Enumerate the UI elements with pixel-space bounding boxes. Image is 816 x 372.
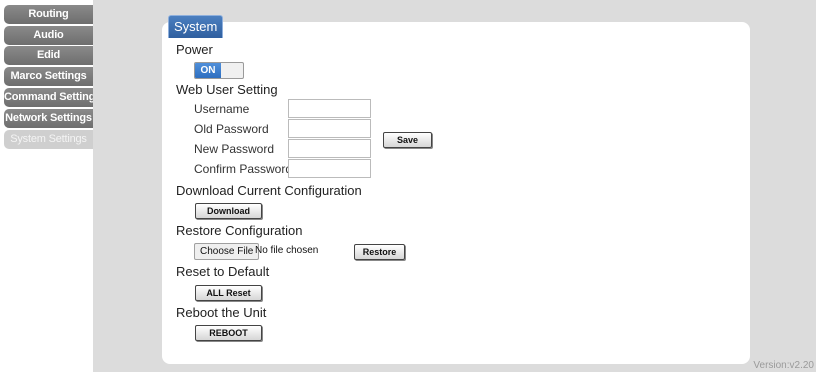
file-status: No file chosen (255, 245, 319, 256)
web-user-heading: Web User Setting (176, 82, 278, 97)
reboot-button[interactable]: REBOOT (195, 325, 262, 341)
new-password-label: New Password (194, 142, 275, 156)
power-toggle[interactable]: ON (194, 62, 244, 79)
sidebar-item-command-settings[interactable]: Command Settings (4, 88, 93, 107)
restore-heading: Restore Configuration (176, 223, 303, 238)
new-password-input[interactable] (288, 139, 371, 158)
username-input[interactable] (288, 99, 371, 118)
sidebar-item-system-settings[interactable]: System Settings (4, 130, 93, 149)
sidebar-item-edid[interactable]: Edid (4, 46, 93, 65)
power-heading: Power (176, 42, 213, 57)
all-reset-button[interactable]: ALL Reset (195, 285, 262, 301)
panel-title: System (168, 15, 224, 38)
sidebar-item-routing[interactable]: Routing (4, 5, 93, 24)
save-button[interactable]: Save (383, 132, 432, 148)
choose-file-button[interactable]: Choose File (194, 243, 260, 260)
power-toggle-on-label: ON (195, 63, 221, 78)
confirm-password-input[interactable] (288, 159, 371, 178)
sidebar-item-marco-settings[interactable]: Marco Settings (4, 67, 93, 86)
sidebar: Routing Audio Edid Marco Settings Comman… (0, 0, 93, 372)
sidebar-item-audio[interactable]: Audio (4, 26, 93, 45)
old-password-input[interactable] (288, 119, 371, 138)
sidebar-item-network-settings[interactable]: Network Settings (4, 109, 93, 128)
download-button[interactable]: Download (195, 203, 262, 219)
confirm-password-label: Confirm Password (194, 162, 293, 176)
reset-heading: Reset to Default (176, 264, 270, 279)
download-heading: Download Current Configuration (176, 183, 362, 198)
version-label: Version:v2.20 (753, 360, 814, 371)
restore-button[interactable]: Restore (354, 244, 405, 260)
reboot-heading: Reboot the Unit (176, 305, 267, 320)
old-password-label: Old Password (194, 122, 269, 136)
username-label: Username (194, 102, 250, 116)
